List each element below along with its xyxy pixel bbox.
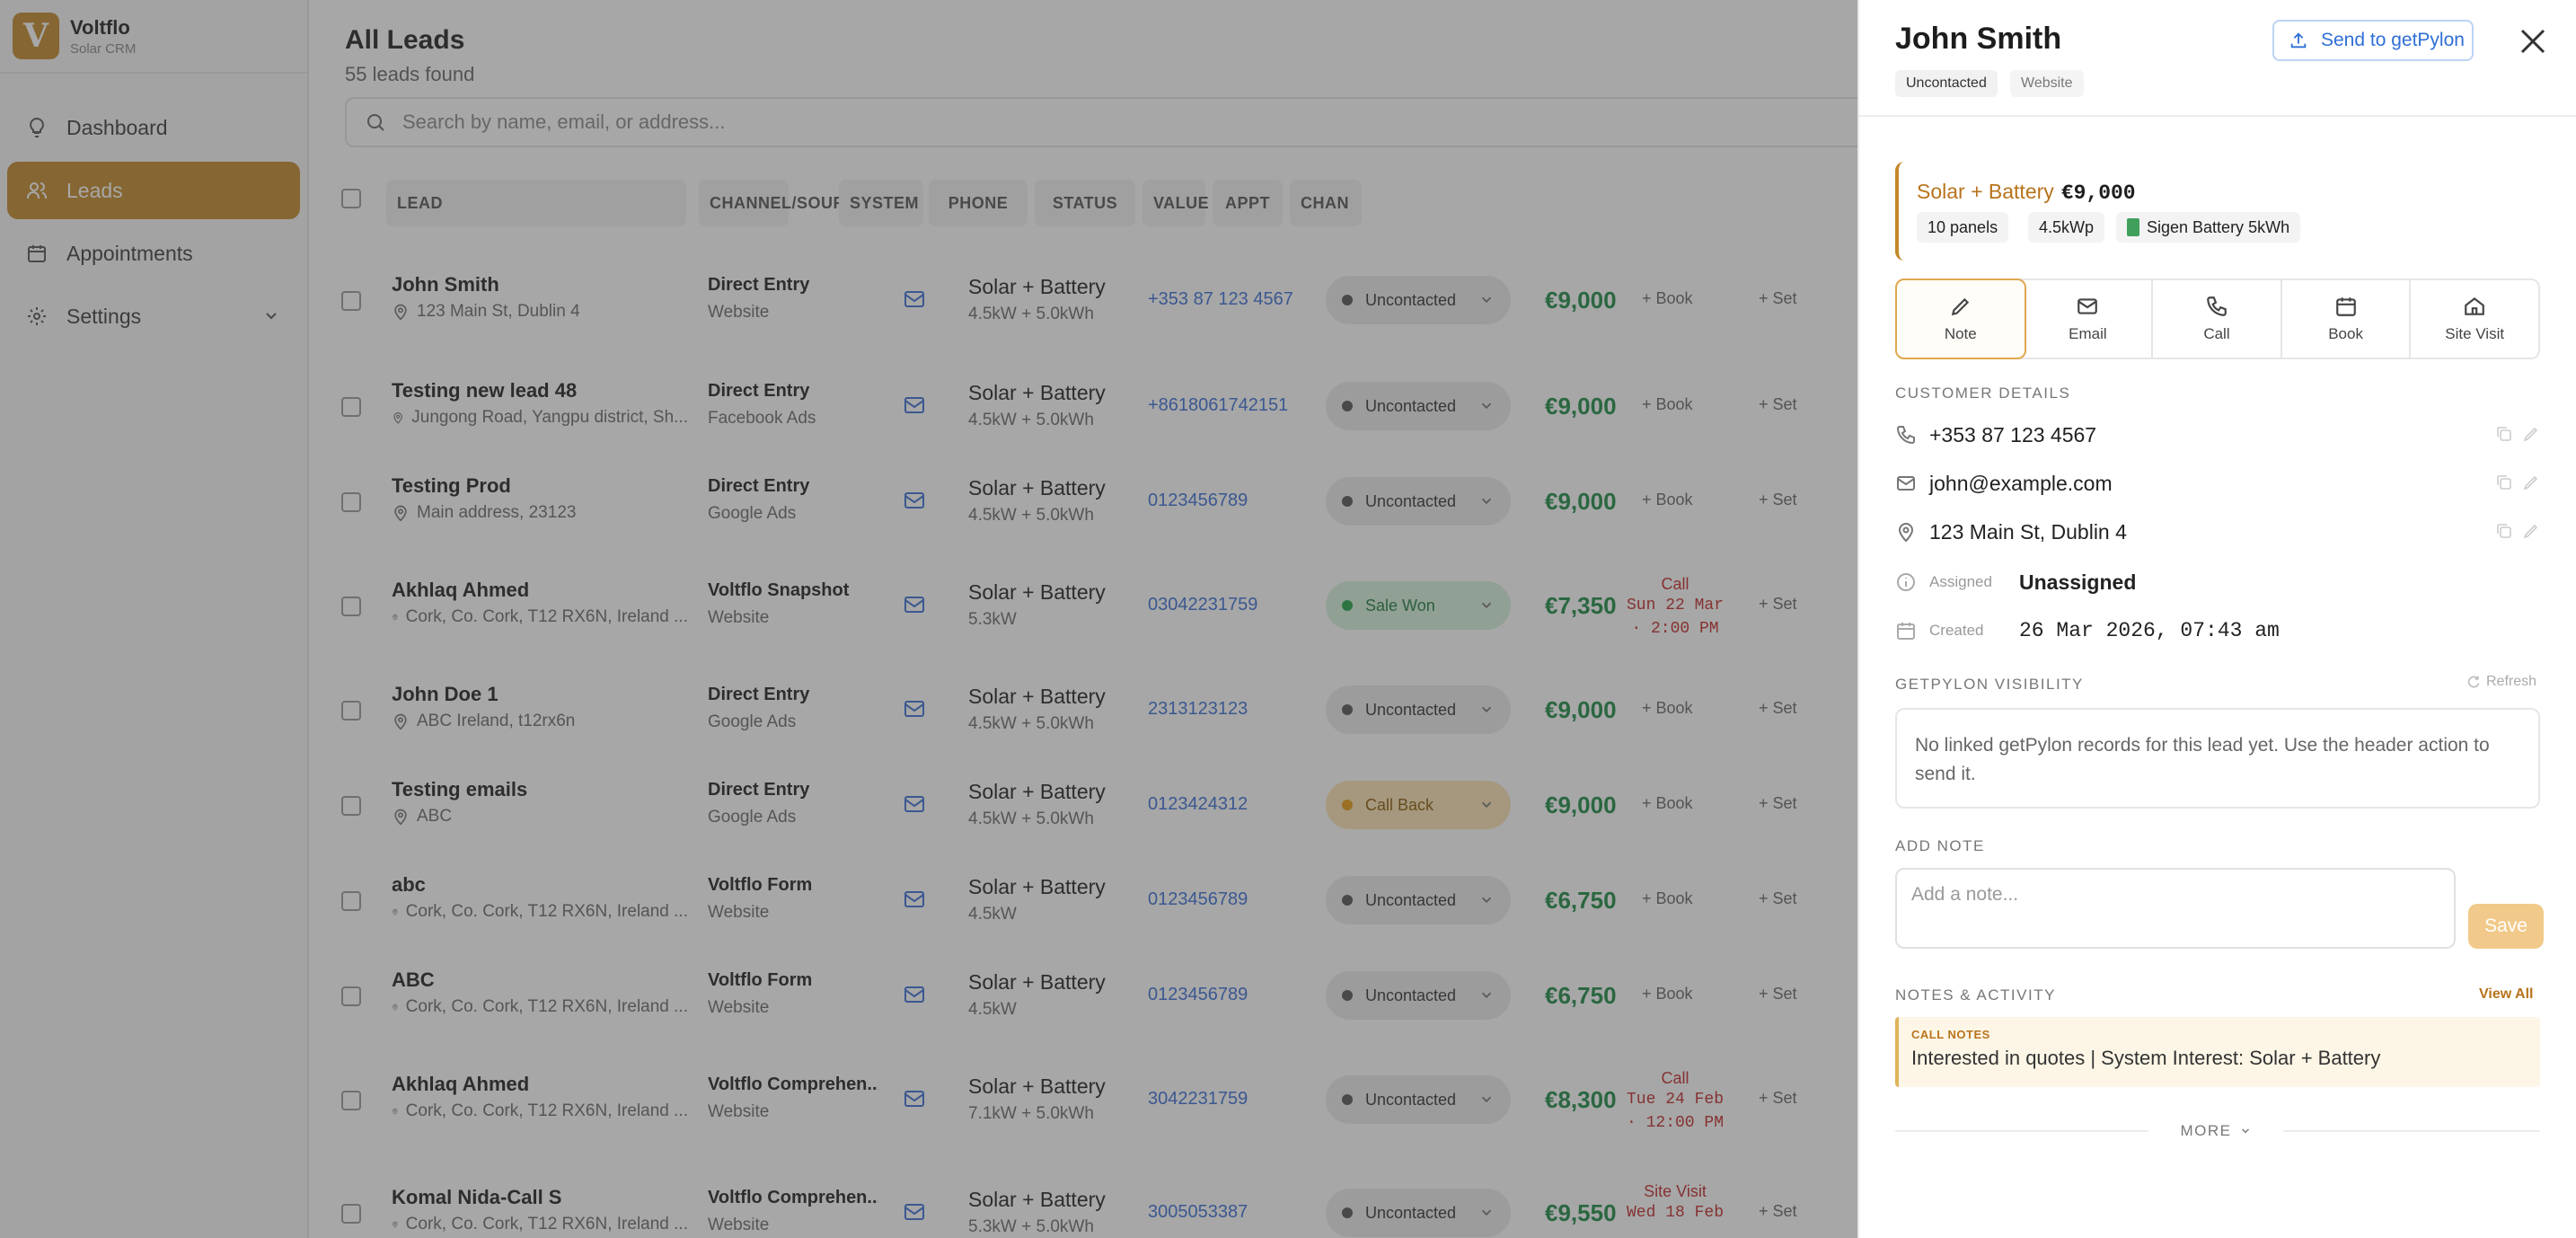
- kwp-chip: 4.5kWp: [2028, 212, 2105, 243]
- refresh-button[interactable]: Refresh: [2466, 674, 2536, 690]
- activity-type: CALL NOTES: [1911, 1028, 1990, 1041]
- phone-row: +353 87 123 4567: [1895, 417, 2540, 453]
- action-label: Book: [2328, 325, 2363, 342]
- chevron-down-icon: [2241, 1128, 2249, 1134]
- modal-backdrop[interactable]: [0, 0, 1857, 1238]
- created-value: 26 Mar 2026, 07:43 am: [2019, 619, 2280, 642]
- customer-details-heading: CUSTOMER DETAILS: [1895, 385, 2071, 402]
- mail-icon: [1897, 476, 1915, 491]
- site-visit-action-button[interactable]: Site Visit: [2411, 280, 2538, 358]
- edit-icon[interactable]: [2522, 522, 2540, 540]
- battery-chip-label: Sigen Battery 5kWh: [2147, 217, 2290, 236]
- getpylon-visibility-heading: GETPYLON VISIBILITY: [1895, 676, 2084, 693]
- phone-value[interactable]: +353 87 123 4567: [1929, 423, 2096, 447]
- action-label: Note: [1944, 325, 1977, 342]
- battery-icon: [2127, 218, 2139, 236]
- quote-price: €9,000: [2060, 181, 2136, 205]
- quote-card: Solar + Battery €9,000 10 panels 4.5kWp S…: [1895, 162, 2540, 261]
- info-icon: [1897, 573, 1915, 591]
- email-action-button[interactable]: Email: [2025, 280, 2154, 358]
- note-action-button[interactable]: Note: [1895, 279, 2026, 359]
- assigned-label: Assigned: [1929, 573, 1992, 590]
- note-textarea[interactable]: Add a note...: [1895, 868, 2456, 949]
- pencil-icon: [1951, 297, 1969, 316]
- action-label: Site Visit: [2445, 325, 2505, 342]
- add-note-heading: ADD NOTE: [1895, 837, 1985, 854]
- map-pin-icon: [1898, 523, 1914, 543]
- assigned-value[interactable]: Unassigned: [2019, 570, 2136, 595]
- upload-icon: [2290, 32, 2307, 49]
- lead-name: John Smith: [1895, 22, 2062, 56]
- activity-text: Interested in quotes | System Interest: …: [1911, 1047, 2381, 1069]
- phone-icon: [1896, 426, 1915, 445]
- edit-icon[interactable]: [2522, 425, 2540, 443]
- status-badge: Uncontacted: [1895, 70, 1998, 97]
- more-label: MORE: [2180, 1122, 2232, 1139]
- calendar-icon: [1897, 623, 1915, 640]
- email-value[interactable]: john@example.com: [1929, 472, 2113, 496]
- action-label: Email: [2069, 325, 2107, 342]
- assigned-row: Assigned Unassigned: [1895, 564, 2540, 600]
- divider: [1859, 115, 2576, 117]
- home-icon: [2465, 296, 2485, 315]
- source-badge: Website: [2010, 70, 2084, 97]
- activity-item[interactable]: CALL NOTES Interested in quotes | System…: [1895, 1017, 2540, 1087]
- panels-chip: 10 panels: [1917, 212, 2009, 243]
- address-row: 123 Main St, Dublin 4: [1895, 514, 2540, 550]
- getpylon-empty-state: No linked getPylon records for this lead…: [1895, 708, 2540, 809]
- calendar-icon: [2335, 297, 2356, 316]
- more-button[interactable]: MORE: [2148, 1119, 2283, 1143]
- note-placeholder: Add a note...: [1911, 884, 2019, 905]
- refresh-label: Refresh: [2486, 674, 2537, 689]
- close-icon[interactable]: [2515, 23, 2551, 59]
- refresh-icon: [2467, 676, 2480, 688]
- send-to-getpylon-button[interactable]: Send to getPylon: [2272, 20, 2474, 61]
- copy-icon[interactable]: [2495, 522, 2513, 540]
- edit-icon[interactable]: [2522, 473, 2540, 491]
- lead-detail-drawer: John Smith Uncontacted Website Send to g…: [1857, 0, 2576, 1238]
- quick-actions: Note Email Call Book Site Visit: [1895, 279, 2540, 359]
- phone-icon: [2207, 296, 2227, 316]
- copy-icon[interactable]: [2495, 425, 2513, 443]
- view-all-link[interactable]: View All: [2479, 986, 2533, 1003]
- email-row: john@example.com: [1895, 465, 2540, 501]
- save-note-button[interactable]: Save: [2468, 904, 2544, 949]
- battery-chip: Sigen Battery 5kWh: [2116, 212, 2301, 243]
- address-value[interactable]: 123 Main St, Dublin 4: [1929, 520, 2127, 544]
- mail-icon: [2078, 298, 2098, 314]
- send-label: Send to getPylon: [2321, 30, 2465, 50]
- call-action-button[interactable]: Call: [2153, 280, 2282, 358]
- book-action-button[interactable]: Book: [2282, 280, 2412, 358]
- created-label: Created: [1929, 622, 1984, 639]
- notes-activity-heading: NOTES & ACTIVITY: [1895, 986, 2056, 1004]
- created-row: Created 26 Mar 2026, 07:43 am: [1895, 613, 2540, 649]
- quote-system: Solar + Battery: [1917, 180, 2054, 203]
- copy-icon[interactable]: [2495, 473, 2513, 491]
- action-label: Call: [2203, 325, 2230, 342]
